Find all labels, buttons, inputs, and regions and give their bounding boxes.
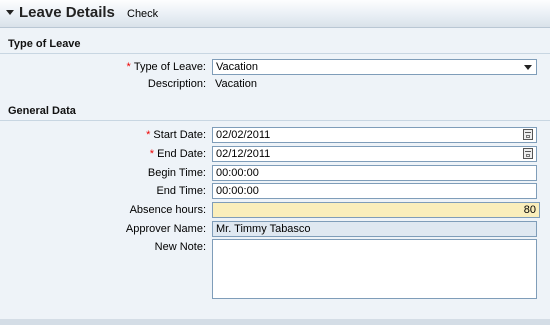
calendar-icon[interactable] [523,148,533,159]
required-marker: * [126,61,131,73]
begin-time-field[interactable]: 00:00:00 [212,165,537,181]
absence-hours-field[interactable]: 80 [212,202,540,218]
dropdown-arrow-icon[interactable] [524,65,532,70]
section-title-type-of-leave: Type of Leave [0,38,550,54]
absence-hours-label: Absence hours: [129,204,206,216]
description-label: Description: [147,78,206,90]
page-title: Leave Details [19,4,115,21]
type-of-leave-value: Vacation [216,61,258,73]
footer-bar [0,319,550,325]
end-date-value: 02/12/2011 [216,148,271,160]
absence-hours-value: 80 [523,204,536,216]
page-header: Leave Details Check [0,0,550,28]
begin-time-value: 00:00:00 [216,167,259,179]
end-time-field[interactable]: 00:00:00 [212,183,537,199]
type-of-leave-label: * Type of Leave: [127,60,206,74]
approver-name-field: Mr. Timmy Tabasco [212,221,537,237]
end-time-value: 00:00:00 [216,185,259,197]
start-date-field[interactable]: 02/02/2011 [212,127,537,143]
description-value: Vacation [215,78,257,90]
end-date-field[interactable]: 02/12/2011 [212,146,537,162]
check-button[interactable]: Check [127,8,158,21]
calendar-icon[interactable] [523,129,533,140]
end-date-label-text: End Date: [157,148,206,160]
begin-time-label: Begin Time: [147,167,206,179]
new-note-label: New Note: [154,241,206,253]
required-marker: * [149,148,155,160]
type-of-leave-label-text: Type of Leave: [133,61,206,73]
collapse-icon[interactable] [6,10,14,15]
end-time-label: End Time: [156,185,206,197]
end-date-label: * End Date: [150,147,206,161]
type-of-leave-select[interactable]: Vacation [212,59,537,75]
start-date-label: * Start Date: [146,128,206,142]
approver-name-label: Approver Name: [125,223,206,235]
new-note-textarea[interactable] [212,239,537,299]
start-date-value: 02/02/2011 [216,129,271,141]
approver-name-value: Mr. Timmy Tabasco [216,223,311,235]
section-title-general-data: General Data [0,105,550,121]
start-date-label-text: Start Date: [153,129,206,141]
required-marker: * [146,129,151,141]
